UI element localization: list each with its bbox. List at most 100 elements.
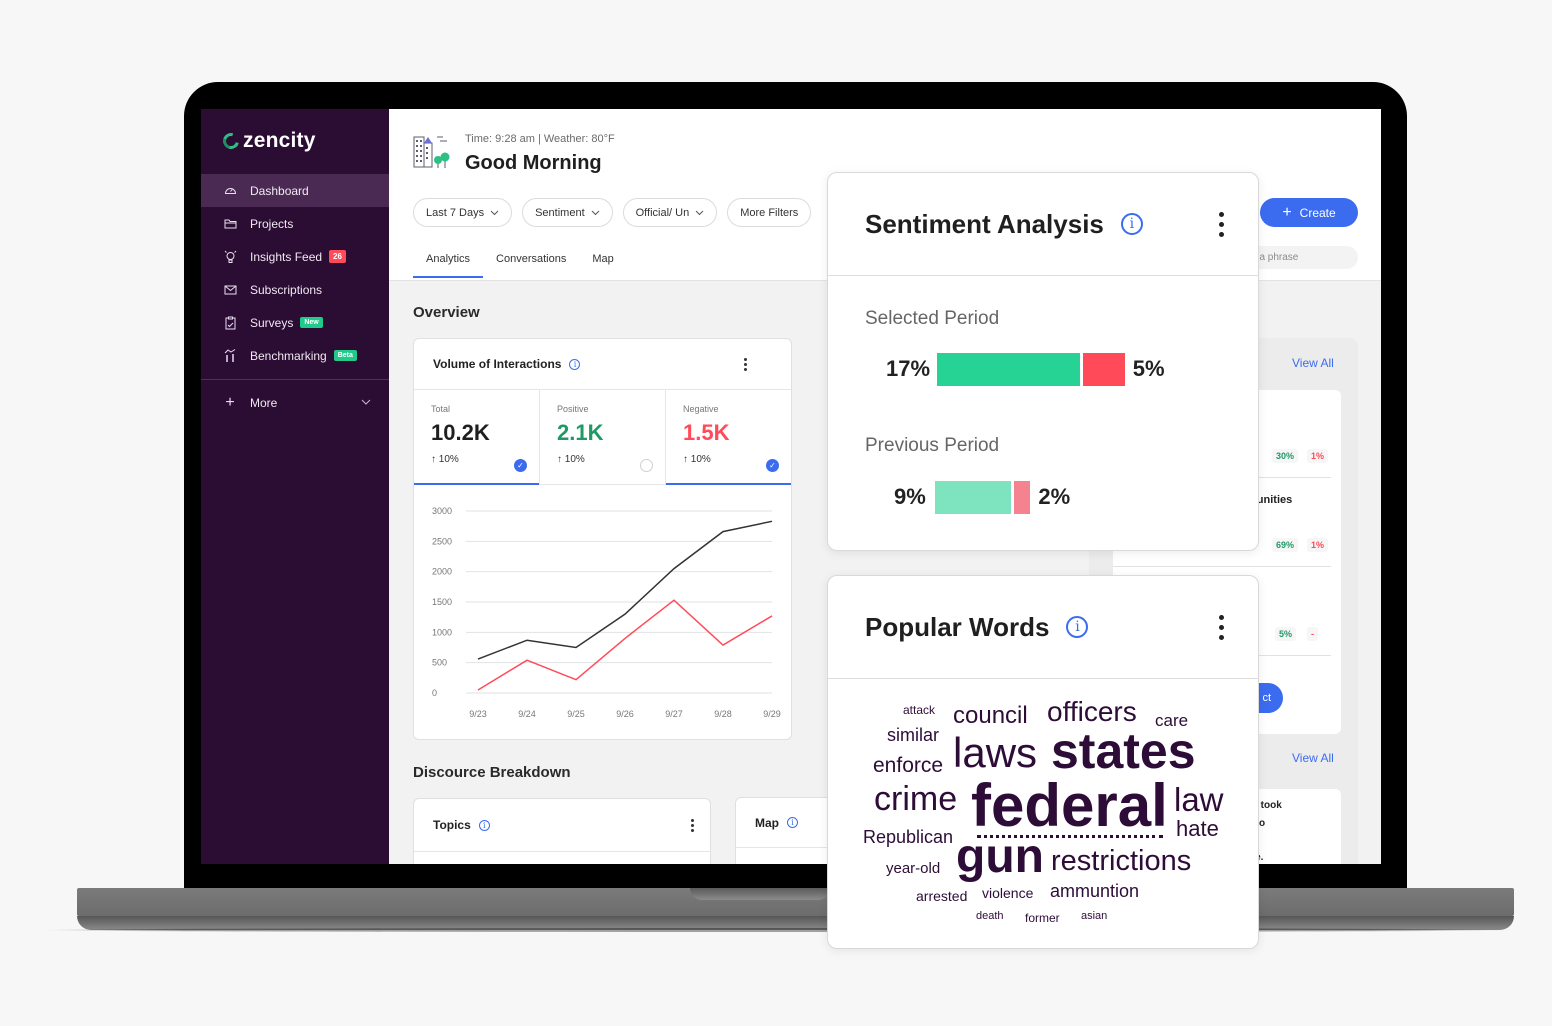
brand-logo[interactable]: zencity: [220, 129, 316, 153]
word-item[interactable]: ammuntion: [1050, 882, 1139, 900]
time-weather-text: Time: 9:28 am | Weather: 80°F: [465, 133, 615, 145]
word-item[interactable]: arrested: [916, 889, 967, 903]
folder-icon: [223, 217, 237, 231]
card-title: Volume of Interactions: [433, 357, 562, 371]
card-header: Sentiment Analysis i: [828, 173, 1258, 276]
word-item[interactable]: crime: [874, 782, 957, 816]
word-item[interactable]: similar: [887, 726, 939, 744]
word-item[interactable]: attack: [903, 704, 935, 716]
kpi-change: ↑ 10%: [431, 454, 459, 465]
y-tick-label: 1000: [432, 627, 452, 637]
kpi-total[interactable]: Total 10.2K ↑ 10% ✓: [414, 390, 540, 485]
unchecked-circle-icon[interactable]: [640, 459, 653, 472]
sidebar-item-insights-feed[interactable]: Insights Feed 26: [201, 240, 389, 273]
kpi-negative[interactable]: Negative 1.5K ↑ 10% ✓: [666, 390, 791, 485]
kpi-change: ↑ 10%: [557, 454, 585, 465]
more-options-icon[interactable]: [744, 357, 747, 371]
chevron-down-icon: [591, 208, 600, 218]
sidebar-item-more[interactable]: + More: [201, 386, 389, 419]
view-all-link[interactable]: View All: [1292, 356, 1334, 370]
info-icon[interactable]: i: [1066, 616, 1089, 638]
word-item[interactable]: laws: [953, 732, 1037, 774]
sidebar-item-projects[interactable]: Projects: [201, 207, 389, 240]
word-item[interactable]: former: [1025, 912, 1060, 924]
kpi-label: Negative: [683, 404, 719, 414]
card-header: Topics i: [414, 799, 710, 852]
info-icon[interactable]: i: [787, 817, 798, 828]
more-options-icon[interactable]: [1219, 211, 1224, 237]
overview-title: Overview: [413, 304, 480, 321]
more-options-icon[interactable]: [1219, 614, 1224, 640]
topics-card: Topics i: [413, 798, 711, 864]
y-tick-label: 1500: [432, 597, 452, 607]
sentiment-analysis-card: Sentiment Analysis i Selected Period 17%…: [827, 172, 1259, 551]
lightbulb-icon: [223, 250, 237, 264]
filter-label: Sentiment: [535, 206, 585, 219]
word-item[interactable]: federal: [971, 776, 1168, 836]
sidebar: zencity Dashboard Projects Insights Feed: [201, 109, 389, 864]
benchmark-icon: [223, 348, 237, 363]
checkmark-icon[interactable]: ✓: [514, 459, 527, 472]
kpi-positive[interactable]: Positive 2.1K ↑ 10%: [540, 390, 666, 484]
create-button[interactable]: + Create: [1260, 198, 1358, 227]
more-options-icon[interactable]: [691, 818, 694, 832]
sentiment-filter[interactable]: Sentiment: [522, 198, 613, 227]
tab-bar: Analytics Conversations Map: [413, 249, 627, 278]
create-label: Create: [1299, 205, 1336, 220]
info-icon[interactable]: i: [478, 819, 490, 831]
card-title: Popular Words: [865, 611, 1050, 642]
sidebar-item-label: More: [250, 395, 278, 410]
sidebar-item-surveys[interactable]: Surveys New: [201, 306, 389, 339]
word-item[interactable]: states: [1051, 726, 1196, 776]
official-filter[interactable]: Official/ Un: [622, 198, 718, 227]
chevron-down-icon: [361, 397, 371, 408]
word-item[interactable]: restrictions: [1051, 847, 1191, 876]
new-badge: New: [300, 317, 323, 328]
popular-words-card: Popular Words i attack council officers …: [827, 575, 1259, 949]
positive-pct: 9%: [894, 484, 926, 509]
word-item[interactable]: gun: [956, 833, 1044, 881]
clipboard-icon: [223, 316, 237, 330]
negative-bar: [1082, 353, 1125, 386]
x-tick-label: 9/23: [469, 709, 487, 719]
chevron-down-icon: [695, 208, 704, 218]
beta-badge: Beta: [333, 350, 357, 361]
sidebar-item-dashboard[interactable]: Dashboard: [201, 174, 389, 207]
filter-label: Official/ Un: [635, 206, 690, 219]
word-item[interactable]: council: [953, 704, 1028, 728]
tab-map[interactable]: Map: [579, 249, 626, 277]
negative-pct: 5%: [1132, 356, 1165, 381]
checkmark-icon[interactable]: ✓: [766, 459, 779, 472]
word-item[interactable]: asian: [1081, 911, 1107, 922]
word-item[interactable]: law: [1174, 783, 1224, 816]
word-item[interactable]: enforce: [873, 755, 943, 776]
word-item[interactable]: violence: [982, 886, 1033, 900]
sidebar-item-label: Subscriptions: [250, 282, 323, 297]
tab-analytics[interactable]: Analytics: [413, 249, 484, 278]
volume-line-chart: 0 500 1000 1500 2000 2500 3000 9/23 9/24 9/25 9/26…: [432, 506, 781, 719]
tab-conversations[interactable]: Conversations: [483, 249, 579, 277]
info-icon[interactable]: i: [1120, 213, 1143, 235]
discourse-breakdown-title: Discource Breakdown: [413, 764, 571, 781]
word-item[interactable]: year-old: [886, 861, 940, 876]
info-icon[interactable]: i: [569, 358, 581, 370]
sidebar-item-subscriptions[interactable]: Subscriptions: [201, 273, 389, 306]
positive-bar: [935, 481, 1011, 514]
view-all-link[interactable]: View All: [1292, 751, 1334, 765]
word-item[interactable]: hate: [1176, 818, 1219, 840]
y-tick-label: 500: [432, 658, 447, 668]
sidebar-item-benchmarking[interactable]: Benchmarking Beta: [201, 339, 389, 372]
word-item[interactable]: death: [976, 911, 1004, 922]
word-item[interactable]: officers: [1047, 698, 1137, 726]
kpi-change: ↑ 10%: [683, 454, 711, 465]
x-tick-label: 9/27: [665, 709, 683, 719]
envelope-icon: [223, 283, 237, 297]
more-filters-button[interactable]: More Filters: [727, 198, 812, 227]
x-tick-label: 9/24: [518, 709, 536, 719]
positive-bar: [937, 353, 1080, 386]
date-range-filter[interactable]: Last 7 Days: [413, 198, 513, 227]
positive-pct: 5%: [1275, 627, 1297, 641]
word-item[interactable]: Republican: [863, 828, 953, 846]
y-tick-label: 2000: [432, 567, 452, 577]
filter-bar: Last 7 Days Sentiment Official/ Un More …: [413, 198, 812, 227]
